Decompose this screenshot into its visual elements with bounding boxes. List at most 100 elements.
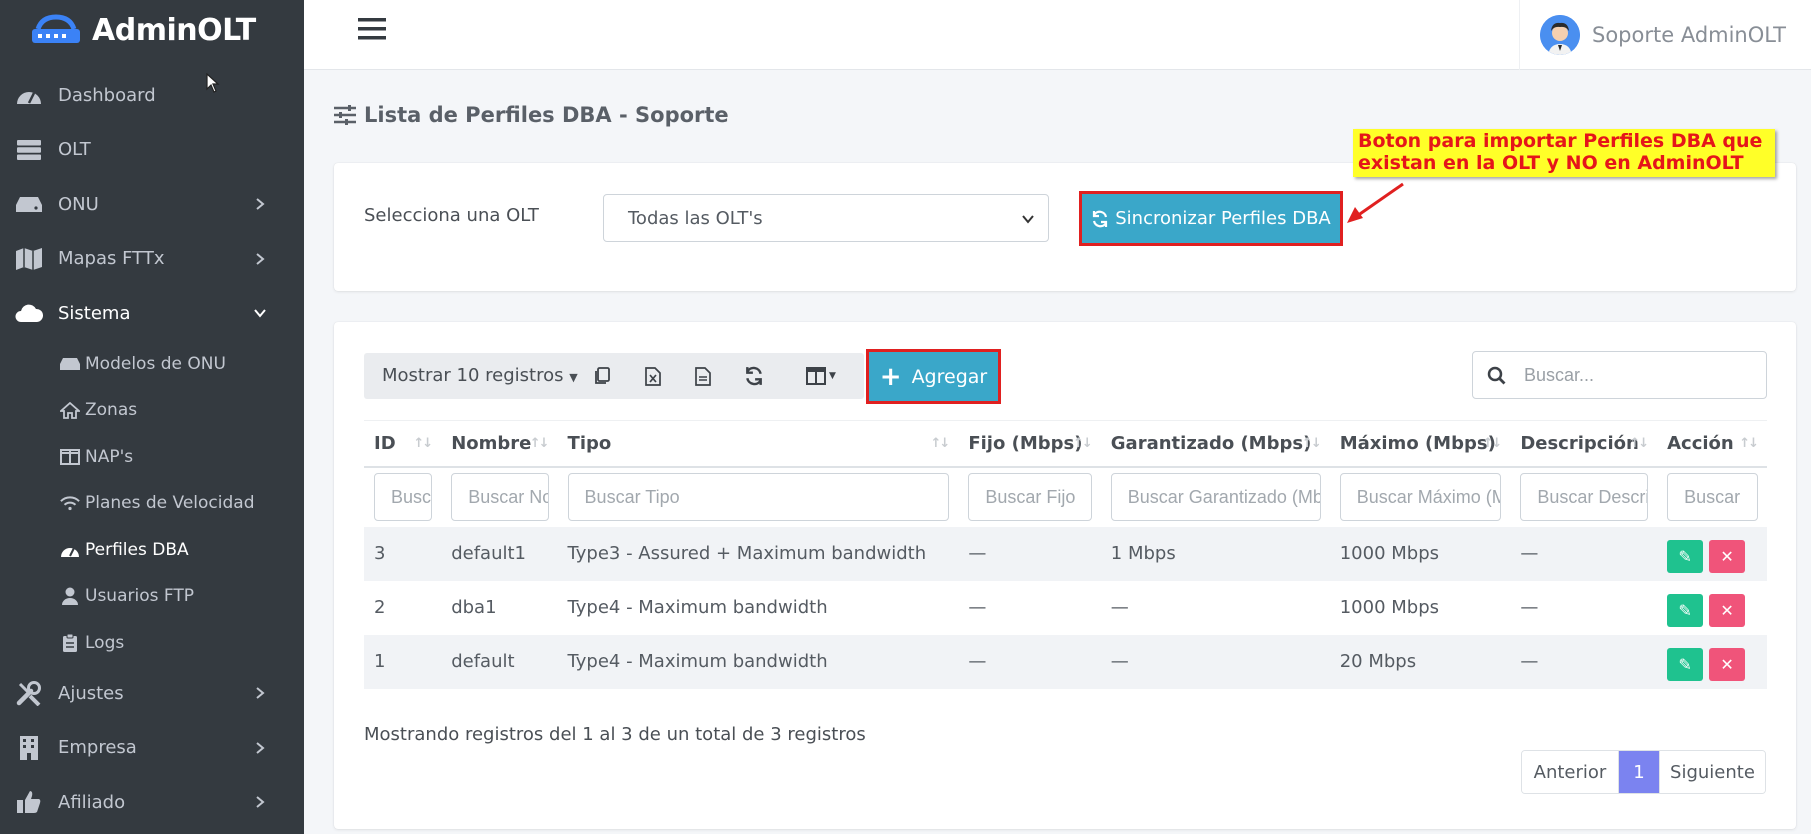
sidebar-item-ajustes[interactable]: Ajustes	[0, 666, 304, 721]
column-header-accion[interactable]: Acción ↑↓	[1657, 420, 1767, 468]
excel-file-icon	[645, 366, 661, 386]
sidebar-subitem-naps[interactable]: NAP's	[0, 434, 304, 481]
caret-down-icon: ▼	[569, 371, 578, 384]
sort-icon: ↑↓	[413, 436, 433, 451]
edit-button[interactable]: ✎	[1667, 594, 1704, 627]
sort-icon: ↑↓	[1629, 436, 1649, 451]
cell-descripcion: —	[1510, 634, 1658, 689]
filter-accion-input[interactable]	[1667, 473, 1758, 521]
avatar	[1540, 15, 1580, 55]
copy-icon	[595, 367, 610, 384]
sync-dba-profiles-button[interactable]: Sincronizar Perfiles DBA	[1079, 191, 1343, 246]
brand-logo[interactable]: AdminOLT	[0, 0, 304, 60]
cell-accion: ✎ ✕	[1657, 634, 1767, 689]
page-title: Lista de Perfiles DBA - Soporte	[334, 103, 729, 127]
cell-accion: ✎ ✕	[1657, 526, 1767, 581]
olt-select[interactable]: Todas las OLT's	[603, 194, 1049, 242]
column-header-maximo[interactable]: Máximo (Mbps) ↑↓	[1329, 420, 1511, 468]
column-header-garantizado[interactable]: Garantizado (Mbps) ↑↓	[1100, 420, 1330, 468]
columns-icon	[60, 448, 80, 466]
sidebar-item-sistema[interactable]: Sistema	[0, 286, 304, 341]
page-title-text: Lista de Perfiles DBA - Soporte	[364, 103, 729, 127]
pagination-page-1[interactable]: 1	[1619, 751, 1659, 793]
search-input[interactable]	[1524, 364, 1724, 386]
sidebar-subitem-modelos-onu[interactable]: Modelos de ONU	[0, 341, 304, 388]
table-search	[1472, 351, 1767, 399]
hdd-icon	[14, 192, 44, 216]
filter-garantizado-input[interactable]	[1110, 473, 1321, 521]
table-info: Mostrando registros del 1 al 3 de un tot…	[364, 724, 866, 745]
dba-profiles-table-card: Mostrar 10 registros ▼ ▼ + Agregar Busca…	[334, 322, 1796, 829]
page-length-dropdown[interactable]: Mostrar 10 registros ▼	[382, 365, 578, 386]
pagination-next[interactable]: Siguiente	[1659, 751, 1765, 793]
edit-button[interactable]: ✎	[1667, 648, 1704, 681]
sidebar-subitem-label: Planes de Velocidad	[85, 493, 255, 514]
column-header-descripcion[interactable]: Descripción ↑↓	[1510, 420, 1658, 468]
plus-icon: +	[879, 361, 902, 392]
add-dba-profile-button[interactable]: + Agregar	[866, 349, 1001, 404]
header-label: Tipo	[567, 432, 612, 454]
user-name: Soporte AdminOLT	[1592, 23, 1786, 47]
sidebar-subitem-logs[interactable]: Logs	[0, 620, 304, 667]
column-header-nombre[interactable]: Nombre ↑↓	[441, 420, 558, 468]
cell-id: 3	[364, 526, 442, 581]
sidebar-subitem-usuarios-ftp[interactable]: Usuarios FTP	[0, 573, 304, 620]
filter-fijo-input[interactable]	[968, 473, 1092, 521]
header-label: Máximo (Mbps)	[1339, 432, 1496, 454]
cell-fijo: —	[958, 634, 1101, 689]
sidebar-item-empresa[interactable]: Empresa	[0, 721, 304, 776]
sidebar-item-mapas-fttx[interactable]: Mapas FTTx	[0, 232, 304, 287]
filter-tipo-input[interactable]	[567, 473, 950, 521]
sync-icon	[746, 366, 762, 386]
sidebar-item-afiliado[interactable]: Afiliado	[0, 775, 304, 830]
reload-button[interactable]	[742, 364, 766, 388]
delete-button[interactable]: ✕	[1709, 648, 1746, 681]
column-header-id[interactable]: ID ↑↓	[364, 420, 442, 468]
sidebar-subitem-perfiles-dba[interactable]: Perfiles DBA	[0, 527, 304, 574]
sliders-icon	[334, 105, 356, 125]
thumbs-up-icon	[14, 790, 44, 814]
mouse-cursor-icon	[206, 73, 220, 93]
hamburger-menu-icon[interactable]	[358, 15, 386, 43]
sidebar-item-olt[interactable]: OLT	[0, 123, 304, 178]
header-label: Acción	[1667, 432, 1734, 454]
caret-down-icon: ▼	[829, 371, 836, 381]
export-excel-button[interactable]	[641, 364, 665, 388]
cell-garantizado: —	[1110, 597, 1129, 618]
column-header-fijo[interactable]: Fijo (Mbps) ↑↓	[958, 420, 1101, 468]
cell-fijo: —	[968, 597, 987, 618]
page-length-label: Mostrar 10 registros	[382, 365, 564, 386]
filter-nombre-input[interactable]	[451, 473, 549, 521]
sidebar-subitem-planes-velocidad[interactable]: Planes de Velocidad	[0, 480, 304, 527]
sidebar-item-dashboard[interactable]: Dashboard	[0, 68, 304, 123]
sidebar: AdminOLT Dashboard OLT ONU Mapas FTTx Si…	[0, 0, 304, 834]
chevron-down-icon	[1022, 215, 1034, 224]
cell-maximo: 20 Mbps	[1329, 634, 1511, 689]
column-visibility-button[interactable]: ▼	[801, 364, 841, 388]
filter-maximo-input[interactable]	[1339, 473, 1502, 521]
chevron-right-icon	[256, 198, 265, 211]
cell-descripcion: —	[1510, 526, 1658, 581]
header-label: Garantizado (Mbps)	[1110, 432, 1312, 454]
filter-descripcion-input[interactable]	[1520, 473, 1649, 521]
clipboard-icon	[60, 633, 80, 652]
export-csv-button[interactable]	[691, 364, 715, 388]
user-menu[interactable]: Soporte AdminOLT	[1519, 0, 1811, 70]
edit-button[interactable]: ✎	[1667, 540, 1704, 573]
gauge-icon	[60, 541, 80, 559]
filter-id-input[interactable]	[374, 473, 433, 521]
close-icon: ✕	[1720, 655, 1734, 674]
sidebar-subitem-zonas[interactable]: Zonas	[0, 387, 304, 434]
header-label: ID	[374, 432, 396, 454]
map-icon	[14, 247, 44, 271]
server-icon	[14, 138, 44, 162]
delete-button[interactable]: ✕	[1709, 540, 1746, 573]
sidebar-item-label: Afiliado	[58, 791, 126, 813]
copy-button[interactable]	[590, 364, 614, 388]
user-icon	[60, 587, 80, 606]
pagination-previous[interactable]: Anterior	[1522, 751, 1619, 793]
sidebar-item-onu[interactable]: ONU	[0, 177, 304, 232]
column-header-tipo[interactable]: Tipo ↑↓	[557, 420, 959, 468]
delete-button[interactable]: ✕	[1709, 594, 1746, 627]
sidebar-item-label: ONU	[58, 193, 99, 215]
